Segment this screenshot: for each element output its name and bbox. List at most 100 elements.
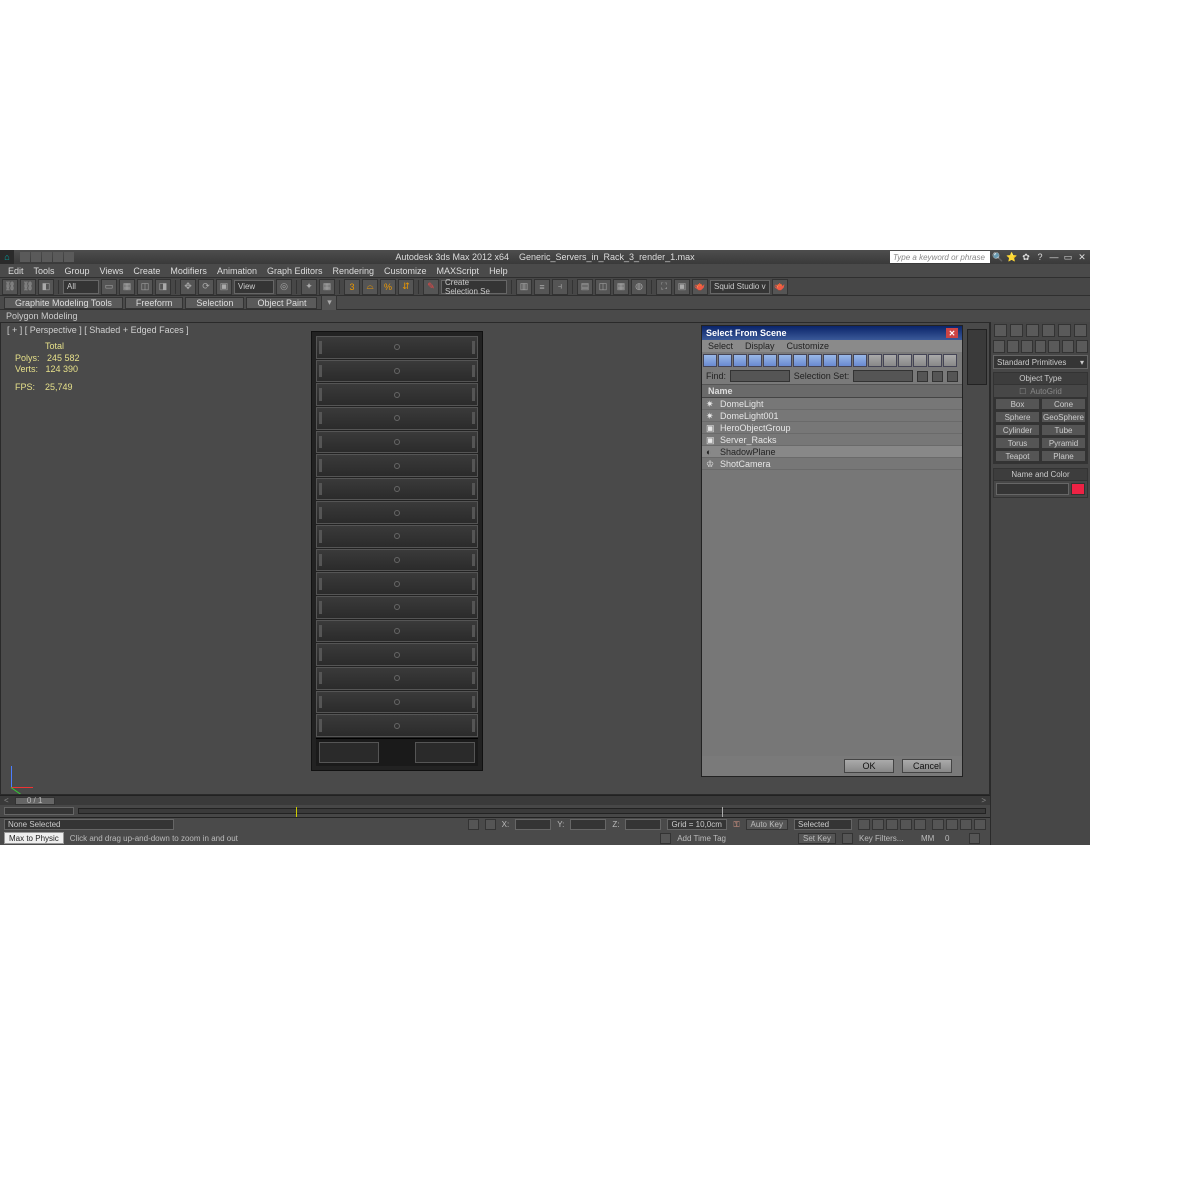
percent-snap-icon[interactable]: % — [380, 279, 396, 295]
collapse-all-icon[interactable] — [883, 354, 897, 367]
list-item[interactable]: ♔ShotCamera — [702, 458, 962, 470]
unlink-icon[interactable]: ⛓ — [20, 279, 36, 295]
qat-undo-icon[interactable] — [53, 252, 63, 262]
frame-input[interactable]: 0 — [945, 834, 963, 843]
menu-tools[interactable]: Tools — [34, 266, 55, 276]
align-icon[interactable]: ≡ — [534, 279, 550, 295]
select-name-icon[interactable]: ▦ — [119, 279, 135, 295]
move-icon[interactable]: ✥ — [180, 279, 196, 295]
scale-icon[interactable]: ▣ — [216, 279, 232, 295]
transport-next-icon[interactable] — [900, 819, 912, 830]
find-input[interactable] — [730, 370, 790, 382]
help-icon[interactable]: ⭐ — [1006, 251, 1018, 263]
filter-shapes-icon[interactable] — [718, 354, 732, 367]
iso-icon[interactable] — [932, 819, 944, 830]
autokey-button[interactable]: Auto Key — [746, 819, 788, 830]
rendered-frame-icon[interactable]: ▣ — [674, 279, 690, 295]
list-item[interactable]: ◐ShadowPlane — [702, 446, 962, 458]
prim-tube-button[interactable]: Tube — [1041, 424, 1086, 436]
cat-helpers-icon[interactable] — [1048, 340, 1060, 353]
menu-help[interactable]: Help — [489, 266, 508, 276]
transport-prev-icon[interactable] — [872, 819, 884, 830]
tab-utilities-icon[interactable] — [1074, 324, 1087, 337]
named-selection-dropdown[interactable]: Create Selection Se — [441, 280, 507, 294]
menu-views[interactable]: Views — [100, 266, 124, 276]
rollout-header[interactable]: Object Type — [994, 373, 1087, 385]
time-slider[interactable]: < 0 / 1 > — [0, 795, 990, 805]
dialog-list[interactable]: ✷DomeLight ✷DomeLight001 ▣HeroObjectGrou… — [702, 398, 962, 756]
tab-modify-icon[interactable] — [1010, 324, 1023, 337]
cat-shapes-icon[interactable] — [1007, 340, 1019, 353]
layers-icon[interactable]: ▤ — [577, 279, 593, 295]
cat-cameras-icon[interactable] — [1035, 340, 1047, 353]
abs-icon[interactable] — [485, 819, 496, 830]
show-icon[interactable] — [946, 819, 958, 830]
list-item[interactable]: ✷DomeLight001 — [702, 410, 962, 422]
dialog-titlebar[interactable]: Select From Scene ✕ — [702, 326, 962, 340]
schematic-icon[interactable]: ▦ — [613, 279, 629, 295]
tab-display-icon[interactable] — [1058, 324, 1071, 337]
filter-cameras-icon[interactable] — [748, 354, 762, 367]
prim-geosphere-button[interactable]: GeoSphere — [1041, 411, 1086, 423]
link-icon[interactable]: ⛓ — [2, 279, 18, 295]
viewport[interactable]: [ + ] [ Perspective ] [ Shaded + Edged F… — [0, 322, 990, 795]
selset-load-icon[interactable] — [932, 371, 943, 382]
tab-motion-icon[interactable] — [1042, 324, 1055, 337]
mirror-icon[interactable]: ▥ — [516, 279, 532, 295]
tab-objectpaint[interactable]: Object Paint — [246, 297, 317, 309]
render-icon[interactable]: 🫖 — [692, 279, 708, 295]
search-icon[interactable]: 🔍 — [992, 251, 1004, 263]
quick-align-icon[interactable]: ⫞ — [552, 279, 568, 295]
angle-snap-icon[interactable]: ⌓ — [362, 279, 378, 295]
rollout-header[interactable]: Name and Color — [994, 469, 1087, 481]
prim-box-button[interactable]: Box — [995, 398, 1040, 410]
info-icon[interactable]: ? — [1034, 251, 1046, 263]
dialog-menu-customize[interactable]: Customize — [787, 341, 830, 351]
tab-hierarchy-icon[interactable] — [1026, 324, 1039, 337]
menu-maxscript[interactable]: MAXScript — [437, 266, 480, 276]
close-button[interactable]: ✕ — [1076, 251, 1088, 263]
tab-create-icon[interactable] — [994, 324, 1007, 337]
expand-all-icon[interactable] — [868, 354, 882, 367]
maximize-button[interactable]: ▭ — [1062, 251, 1074, 263]
menu-grapheditors[interactable]: Graph Editors — [267, 266, 323, 276]
menu-edit[interactable]: Edit — [8, 266, 24, 276]
favorite-icon[interactable]: ✿ — [1020, 251, 1032, 263]
lock-icon[interactable] — [468, 819, 479, 830]
spinner-snap-icon[interactable]: ⇵ — [398, 279, 414, 295]
selset-dropdown[interactable] — [853, 370, 913, 382]
prim-pyramid-button[interactable]: Pyramid — [1041, 437, 1086, 449]
select-icon[interactable]: ▭ — [101, 279, 117, 295]
track-prev-icon[interactable] — [4, 807, 74, 815]
autogrid-checkbox[interactable]: ☐AutoGrid — [994, 385, 1087, 397]
ok-button[interactable]: OK — [844, 759, 894, 773]
pivot-icon[interactable]: ◎ — [276, 279, 292, 295]
add-time-tag[interactable]: Add Time Tag — [677, 834, 726, 843]
z-input[interactable] — [625, 819, 661, 830]
subcategory-dropdown[interactable]: Standard Primitives▾ — [993, 355, 1088, 369]
prim-plane-button[interactable]: Plane — [1041, 450, 1086, 462]
selset-save-icon[interactable] — [917, 371, 928, 382]
filter-lights-icon[interactable] — [733, 354, 747, 367]
cancel-button[interactable]: Cancel — [902, 759, 952, 773]
tab-selection[interactable]: Selection — [185, 297, 244, 309]
rotate-icon[interactable]: ⟳ — [198, 279, 214, 295]
app-logo-icon[interactable]: ⌂ — [0, 250, 14, 264]
timeline-ruler[interactable] — [78, 808, 986, 814]
filter-geometry-icon[interactable] — [703, 354, 717, 367]
dialog-menu-display[interactable]: Display — [745, 341, 775, 351]
timeline-track[interactable] — [0, 805, 990, 817]
cat-lights-icon[interactable] — [1021, 340, 1033, 353]
key-mode-icon[interactable] — [842, 833, 853, 844]
viewport-label[interactable]: [ + ] [ Perspective ] [ Shaded + Edged F… — [7, 325, 189, 335]
object-name-input[interactable] — [996, 483, 1069, 495]
filter-groups-icon[interactable] — [793, 354, 807, 367]
refcoord-dropdown[interactable]: View — [234, 280, 274, 294]
list-item[interactable]: ✷DomeLight — [702, 398, 962, 410]
max-to-physic-button[interactable]: Max to Physic — [4, 832, 64, 844]
setkey-button[interactable]: Set Key — [798, 833, 836, 844]
list-item[interactable]: ▣HeroObjectGroup — [702, 422, 962, 434]
menu-group[interactable]: Group — [65, 266, 90, 276]
material-editor-icon[interactable]: ◍ — [631, 279, 647, 295]
bind-icon[interactable]: ◧ — [38, 279, 54, 295]
